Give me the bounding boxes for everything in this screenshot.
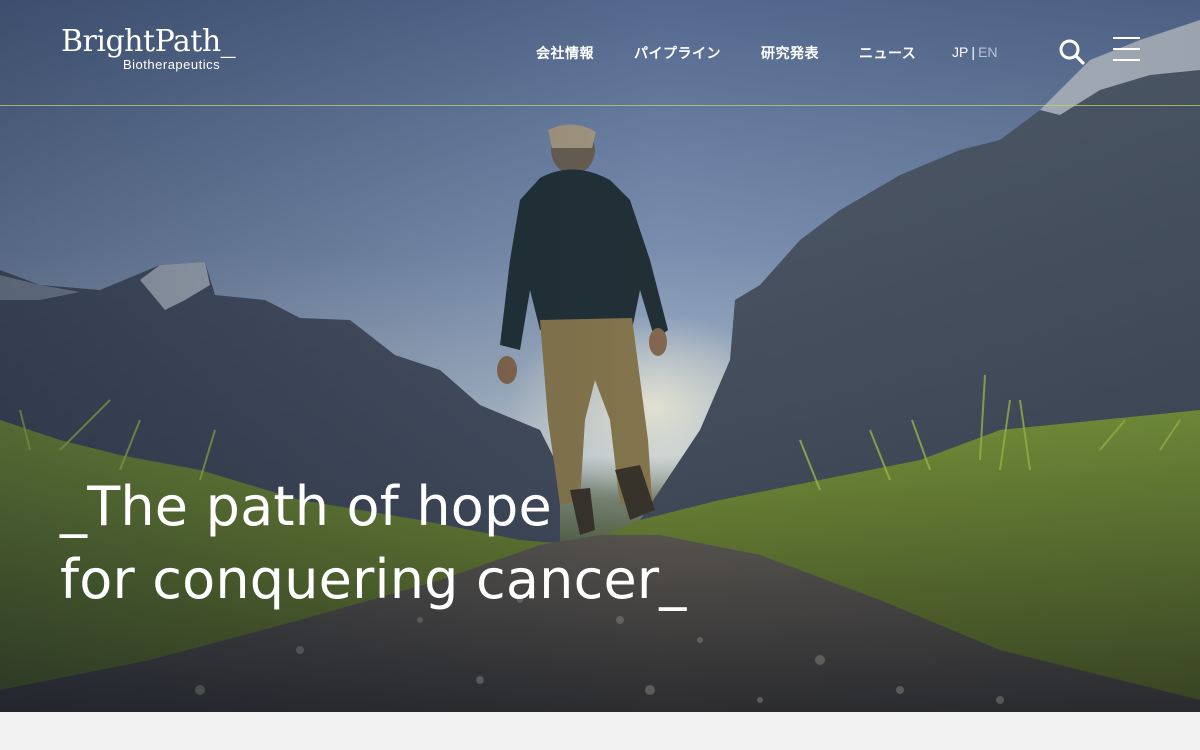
nav-item-research[interactable]: 研究発表 (761, 43, 819, 63)
nav-item-news[interactable]: ニュース (859, 43, 916, 63)
language-switcher: JP | EN (952, 44, 997, 60)
brand-name: BrightPath_ (61, 24, 236, 59)
below-fold-section (0, 712, 1200, 750)
nav-item-company[interactable]: 会社情報 (536, 43, 594, 63)
tagline-line-1: _The path of hope (60, 475, 552, 538)
site-header: BrightPath_ Biotherapeutics 会社情報 パイプライン … (0, 0, 1200, 106)
lang-jp[interactable]: JP (952, 44, 968, 60)
lang-en[interactable]: EN (978, 44, 997, 60)
hamburger-menu-icon[interactable] (1113, 37, 1141, 63)
tagline-line-2: for conquering cancer_ (60, 548, 687, 611)
hero-section: _The path of hope for conquering cancer_ (0, 0, 1200, 712)
brand-logo[interactable]: BrightPath_ Biotherapeutics (61, 24, 236, 73)
lang-separator: | (971, 44, 975, 60)
search-icon[interactable] (1058, 38, 1086, 66)
main-navigation: 会社情報 パイプライン 研究発表 ニュース (536, 43, 956, 63)
nav-item-pipeline[interactable]: パイプライン (634, 43, 721, 63)
hero-tagline: _The path of hope for conquering cancer_ (60, 470, 686, 616)
brand-subtitle: Biotherapeutics (123, 57, 221, 72)
